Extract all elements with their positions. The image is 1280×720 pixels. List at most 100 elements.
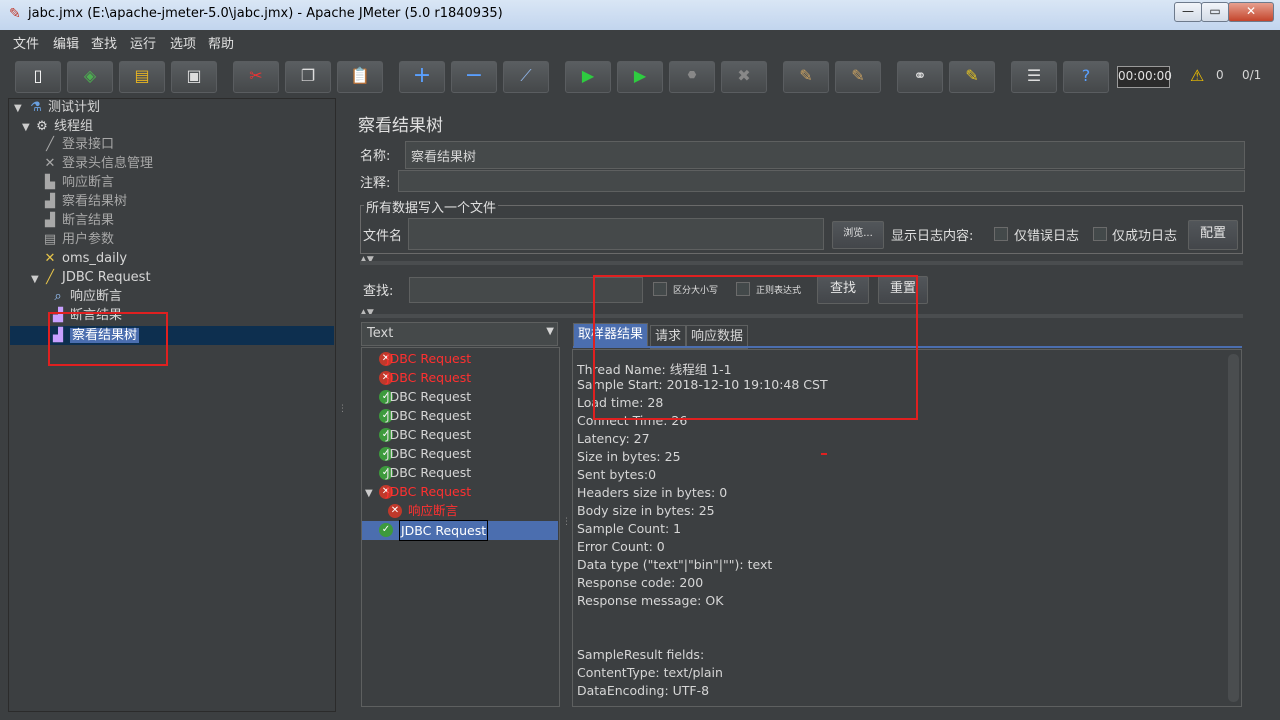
warning-icon[interactable]: ⚠ [1190, 66, 1204, 85]
close-button[interactable]: ✕ [1228, 2, 1274, 22]
minus-icon: − [464, 63, 484, 88]
save-icon: ▣ [186, 66, 202, 85]
vertical-scrollbar[interactable] [1228, 354, 1239, 702]
jmeter-feather-icon: ✎ [9, 6, 21, 22]
paste-icon: 📋 [350, 66, 370, 85]
tree-node-test-plan[interactable]: ⚗ 测试计划 [28, 99, 100, 117]
tree-node-jdbc-response-assertion[interactable]: ⌕ 响应断言 [50, 288, 122, 306]
tree-node-assertion-results[interactable]: ▟ 断言结果 [42, 212, 114, 230]
stop-button[interactable]: ⬣ [669, 61, 715, 93]
folder-icon: ▤ [134, 66, 150, 85]
toolbar: ▯ ◈ ▤ ▣ ✂ ❐ 📋 + − ⟋ ▶ ▶ ⬣ ✖ ✎ ✎ ⚭ ✎ ☰ ? … [0, 52, 1280, 98]
tree-expand-icon[interactable]: ▼ [31, 274, 39, 285]
filename-input[interactable] [408, 218, 824, 250]
tree-node-header-manager[interactable]: ✕ 登录头信息管理 [42, 155, 153, 173]
result-subrow[interactable]: 响应断言 [408, 501, 458, 520]
errors-only-checkbox[interactable] [994, 227, 1008, 241]
window-title: jabc.jmx (E:\apache-jmeter-5.0\jabc.jmx)… [28, 6, 503, 21]
gear-icon: ⚙ [36, 119, 48, 134]
start-button[interactable]: ▶ [565, 61, 611, 93]
result-row[interactable]: JDBC Request [386, 425, 471, 444]
browse-button[interactable]: 浏览... [832, 221, 884, 249]
tree-node-view-results-tree[interactable]: ▟ 察看结果树 [42, 193, 127, 211]
result-row[interactable]: JDBC Request [386, 349, 471, 368]
result-row[interactable]: JDBC Request [386, 387, 471, 406]
broom-all-icon: ✎ [851, 66, 865, 85]
menu-options[interactable]: 选项 [170, 33, 196, 52]
success-shield-icon: ✓ [379, 523, 393, 537]
collapse-button[interactable]: − [451, 61, 497, 93]
tree-expand-icon[interactable]: ▼ [14, 103, 22, 114]
tools-icon: ✕ [44, 251, 56, 266]
binoculars-icon: ⚭ [913, 66, 927, 85]
clear-button[interactable]: ✎ [783, 61, 829, 93]
templates-button[interactable]: ◈ [67, 61, 113, 93]
copy-icon: ❐ [300, 66, 316, 85]
configure-button[interactable]: 配置 [1188, 220, 1238, 250]
expand-button[interactable]: + [399, 61, 445, 93]
broom-icon: ✎ [799, 66, 813, 85]
results-splitter[interactable]: ⋮ [561, 347, 571, 707]
copy-button[interactable]: ❐ [285, 61, 331, 93]
detail-line: Body size in bytes: 25 [577, 503, 715, 518]
detail-line: Response code: 200 [577, 575, 704, 590]
cut-button[interactable]: ✂ [233, 61, 279, 93]
result-row[interactable]: JDBC Request [386, 406, 471, 425]
thread-count: 0/1 [1242, 68, 1262, 82]
pipette-icon: ╱ [46, 270, 54, 285]
success-only-label: 仅成功日志 [1112, 229, 1178, 244]
name-field[interactable]: 察看结果树 [405, 141, 1245, 169]
result-row[interactable]: JDBC Request [386, 368, 471, 387]
tree-node-user-parameters[interactable]: ▤ 用户参数 [42, 231, 114, 249]
renderer-select[interactable]: Text ▼ [361, 322, 558, 346]
new-button[interactable]: ▯ [15, 61, 61, 93]
result-row[interactable]: JDBC Request [386, 444, 471, 463]
result-row[interactable]: JDBC Request [386, 482, 471, 501]
plus-icon: + [412, 63, 432, 88]
elapsed-timer: 00:00:00 [1117, 66, 1172, 88]
result-row-selected[interactable]: JDBC Request [399, 520, 489, 541]
menu-edit[interactable]: 编辑 [53, 33, 79, 52]
reset-search-button[interactable]: ✎ [949, 61, 995, 93]
search-button[interactable]: ⚭ [897, 61, 943, 93]
function-helper-button[interactable]: ☰ [1011, 61, 1057, 93]
log-content-label: 显示日志内容: [891, 229, 974, 244]
help-button[interactable]: ? [1063, 61, 1109, 93]
vertical-splitter[interactable]: ⋮ [337, 98, 347, 712]
tree-node-jdbc-request[interactable]: ╱ JDBC Request [42, 269, 150, 287]
new-file-icon: ▯ [33, 66, 43, 85]
result-expand-icon[interactable]: ▼ [365, 488, 373, 499]
graph-icon: ▟ [45, 213, 55, 228]
paste-button[interactable]: 📋 [337, 61, 383, 93]
tree-node-thread-group[interactable]: ⚙ 线程组 [34, 118, 93, 136]
play-icon: ▶ [581, 66, 595, 85]
menu-search[interactable]: 查找 [91, 33, 117, 52]
maximize-button[interactable]: ▭ [1201, 2, 1229, 22]
success-only-checkbox[interactable] [1093, 227, 1107, 241]
menu-run[interactable]: 运行 [130, 33, 156, 52]
minimize-button[interactable]: — [1174, 2, 1202, 22]
open-button[interactable]: ▤ [119, 61, 165, 93]
save-button[interactable]: ▣ [171, 61, 217, 93]
tree-expand-icon[interactable]: ▼ [22, 122, 30, 133]
clear-all-button[interactable]: ✎ [835, 61, 881, 93]
detail-line: Headers size in bytes: 0 [577, 485, 728, 500]
menu-bar: 文件 编辑 查找 运行 选项 帮助 [0, 30, 1280, 52]
menu-file[interactable]: 文件 [13, 33, 39, 52]
tree-node-response-assertion[interactable]: ▙ 响应断言 [42, 174, 114, 192]
search-label: 查找: [363, 284, 394, 299]
result-row[interactable]: JDBC Request [386, 463, 471, 482]
start-no-pauses-button[interactable]: ▶ [617, 61, 663, 93]
menu-help[interactable]: 帮助 [208, 33, 234, 52]
detail-line: Sample Count: 1 [577, 521, 682, 536]
shutdown-button[interactable]: ✖ [721, 61, 767, 93]
shutdown-icon: ✖ [737, 66, 751, 85]
detail-line: Response message: OK [577, 593, 724, 608]
tree-node-login-api[interactable]: ╱ 登录接口 [42, 136, 114, 154]
comment-field[interactable] [398, 170, 1245, 192]
error-shield-icon: ✕ [388, 504, 402, 518]
scissors-icon: ✂ [249, 66, 263, 85]
toggle-button[interactable]: ⟋ [503, 61, 549, 93]
horizontal-splitter[interactable] [360, 261, 1243, 265]
tree-node-oms-daily[interactable]: ✕ oms_daily [42, 250, 127, 268]
